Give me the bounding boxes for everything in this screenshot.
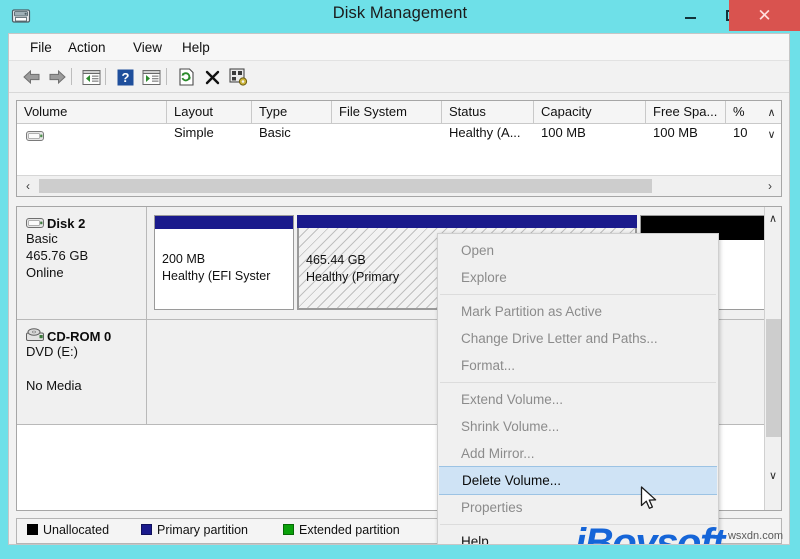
cdrom-spacer	[26, 360, 146, 377]
menu-help[interactable]: Help	[177, 38, 215, 57]
menu-item-change-drive-letter-and-paths[interactable]: Change Drive Letter and Paths...	[438, 325, 718, 352]
disk-management-window: Disk Management ✕ File Action View Help	[0, 0, 800, 559]
legend-label-primary: Primary partition	[157, 523, 248, 537]
partition-color-bar	[297, 215, 637, 228]
cell-percent: 10	[733, 125, 748, 140]
title-bar: Disk Management ✕	[0, 0, 800, 33]
volume-list[interactable]: Volume Layout Type File System Status Ca…	[16, 100, 782, 197]
forward-icon[interactable]	[45, 65, 69, 89]
scrollbar-thumb[interactable]	[766, 319, 781, 437]
legend-swatch-primary	[141, 524, 152, 535]
toolbar-separator	[166, 68, 167, 85]
column-header-file-system[interactable]: File System	[332, 101, 442, 123]
legend-swatch-extended	[283, 524, 294, 535]
column-header-type[interactable]: Type	[252, 101, 332, 123]
disk-meta-type: Basic	[26, 231, 58, 246]
disk-meta-size: 465.76 GB	[26, 248, 89, 263]
column-header-layout[interactable]: Layout	[167, 101, 252, 123]
delete-icon[interactable]	[200, 65, 224, 89]
disk-pane-scroll-up[interactable]: ∧	[765, 209, 781, 227]
disk-name-disk2: Disk 2	[47, 216, 86, 231]
disk-pane-vertical-scrollbar[interactable]: ∧ ∨	[764, 207, 781, 510]
show-hide-console-tree-icon[interactable]	[79, 65, 103, 89]
legend-item-extended-partition: Extended partition	[283, 523, 400, 537]
menu-view[interactable]: View	[128, 38, 167, 57]
scroll-right-arrow[interactable]: ›	[761, 177, 779, 195]
cdrom-status: No Media	[26, 378, 82, 393]
help-icon[interactable]: ?	[113, 65, 137, 89]
close-icon: ✕	[757, 6, 772, 25]
cdrom-icon	[26, 328, 45, 347]
client-area: File Action View Help ? Volume Layout Ty…	[8, 33, 790, 545]
legend-label-unallocated: Unallocated	[43, 523, 110, 537]
menu-file[interactable]: File	[25, 38, 57, 57]
disk-name-cdrom0: CD-ROM 0	[47, 329, 112, 344]
scroll-left-arrow[interactable]: ‹	[19, 177, 37, 195]
volume-list-header: Volume Layout Type File System Status Ca…	[17, 101, 781, 124]
partition-color-bar	[155, 216, 293, 229]
menu-separator	[440, 294, 716, 295]
partition-efi-system[interactable]: 200 MB Healthy (EFI Syster	[154, 215, 294, 310]
disk-pane-scroll-down[interactable]: ∨	[765, 466, 781, 484]
cell-capacity: 100 MB	[541, 125, 586, 140]
cell-free-space: 100 MB	[653, 125, 698, 140]
menu-item-open[interactable]: Open	[438, 237, 718, 264]
properties-icon[interactable]	[226, 65, 250, 89]
volume-list-scroll-up[interactable]: ∧	[763, 103, 780, 121]
menu-item-explore[interactable]: Explore	[438, 264, 718, 291]
menu-item-add-mirror[interactable]: Add Mirror...	[438, 440, 718, 467]
cell-status: Healthy (A...	[449, 125, 521, 140]
minimize-button[interactable]	[672, 0, 708, 30]
column-header-free-space[interactable]: Free Spa...	[646, 101, 726, 123]
volume-list-horizontal-scrollbar[interactable]: ‹ ›	[17, 175, 781, 196]
column-header-percent[interactable]: %	[726, 101, 764, 123]
partition-size-efi: 200 MB	[162, 252, 206, 266]
close-button[interactable]: ✕	[729, 0, 800, 31]
scrollbar-thumb[interactable]	[39, 179, 652, 193]
minimize-icon	[684, 17, 696, 19]
column-header-capacity[interactable]: Capacity	[534, 101, 646, 123]
svg-text:?: ?	[121, 70, 129, 85]
menu-item-properties[interactable]: Properties	[438, 494, 718, 521]
column-header-volume[interactable]: Volume	[17, 101, 167, 123]
legend-label-extended: Extended partition	[299, 523, 400, 537]
toolbar-separator	[71, 68, 72, 85]
menu-item-extend-volume[interactable]: Extend Volume...	[438, 386, 718, 413]
cell-layout: Simple	[174, 125, 214, 140]
column-header-status[interactable]: Status	[442, 101, 534, 123]
partition-status-efi: Healthy (EFI Syster	[162, 269, 271, 283]
legend-item-unallocated: Unallocated	[27, 523, 109, 537]
show-hide-action-pane-icon[interactable]	[139, 65, 163, 89]
menu-item-format[interactable]: Format...	[438, 352, 718, 379]
menu-item-shrink-volume[interactable]: Shrink Volume...	[438, 413, 718, 440]
iboysoft-watermark: iBoysoft	[575, 521, 725, 545]
context-menu[interactable]: Open Explore Mark Partition as Active Ch…	[437, 233, 719, 544]
toolbar: ?	[9, 61, 789, 93]
cell-type: Basic	[259, 125, 291, 140]
menu-separator	[440, 382, 716, 383]
menu-item-mark-partition-as-active[interactable]: Mark Partition as Active	[438, 298, 718, 325]
disk-info-disk2: Disk 2 Basic 465.76 GB Online	[17, 207, 147, 319]
disk-icon	[26, 216, 44, 234]
toolbar-separator	[105, 68, 106, 85]
rescan-disks-icon[interactable]	[174, 65, 198, 89]
legend-item-primary-partition: Primary partition	[141, 523, 248, 537]
menu-bar: File Action View Help	[9, 34, 789, 61]
volume-list-scroll-down[interactable]: ∨	[763, 125, 780, 143]
disk-info-cdrom0: CD-ROM 0 DVD (E:) No Media	[17, 320, 147, 424]
disk-meta-status: Online	[26, 265, 64, 280]
site-credit: wsxdn.com	[727, 530, 783, 542]
menu-action[interactable]: Action	[63, 38, 111, 57]
back-icon[interactable]	[20, 65, 44, 89]
menu-item-delete-volume[interactable]: Delete Volume...	[439, 466, 717, 495]
legend-swatch-unallocated	[27, 524, 38, 535]
partition-text-efi: 200 MB Healthy (EFI Syster	[155, 229, 293, 309]
